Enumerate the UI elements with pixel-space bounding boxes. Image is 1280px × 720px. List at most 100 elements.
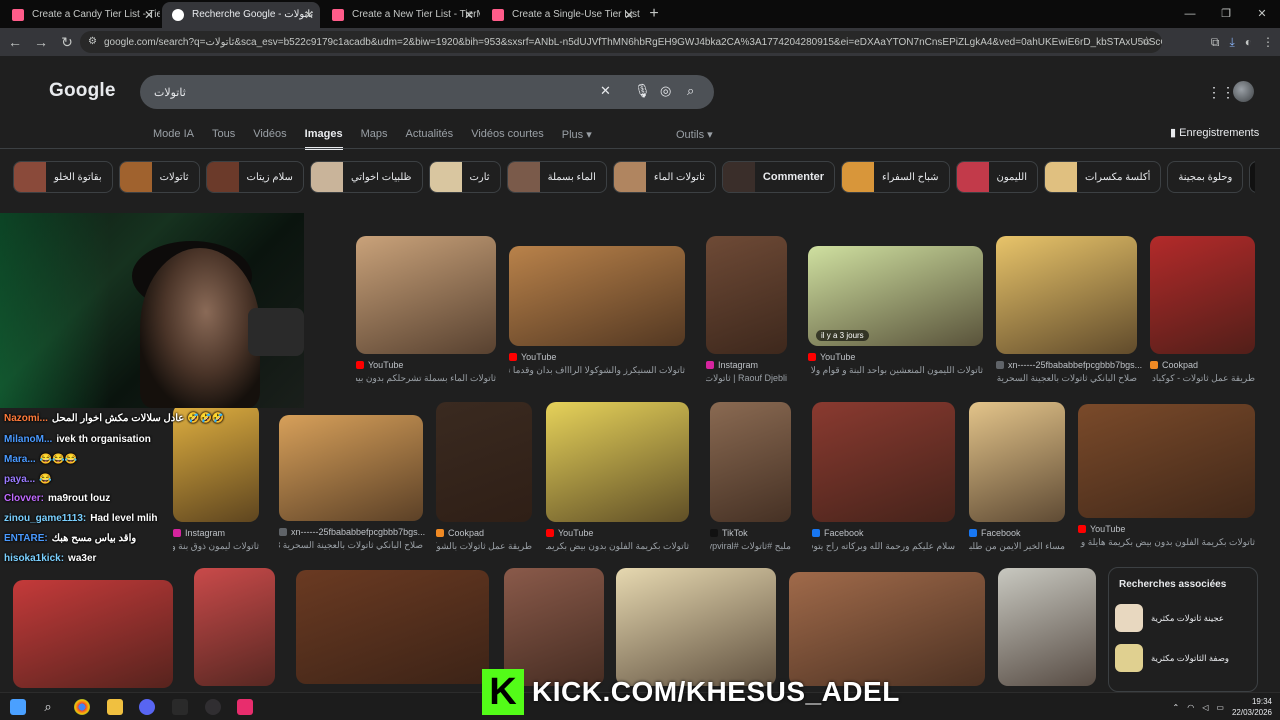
related-search-item[interactable]: وصفة الثاتولات مكثرية xyxy=(1115,644,1229,672)
tab-images[interactable]: Images xyxy=(304,128,343,150)
image-result[interactable] xyxy=(194,568,275,686)
google-logo[interactable]: Google xyxy=(49,80,116,102)
chrome-icon[interactable] xyxy=(74,699,90,715)
clock[interactable]: 19:34 22/03/2026 xyxy=(1232,696,1272,718)
image-result[interactable] xyxy=(1150,236,1255,354)
image-caption[interactable]: ثاتولات بكريمة الفلون بدون بيض بكريمة... xyxy=(546,541,689,552)
image-caption[interactable]: ثاتولات الليمون المنعشين بواحد البنة و ق… xyxy=(808,365,983,376)
tiktok-icon[interactable] xyxy=(237,699,253,715)
image-caption[interactable]: سلام عليكم ورحمة الله وبركاته راح يتوفر.… xyxy=(812,541,955,552)
chat-username[interactable]: MilanoM... xyxy=(4,434,52,445)
image-caption[interactable]: صلاح البانكي ثاتولات بالعجينة السحرية 3.… xyxy=(279,540,423,551)
image-source[interactable]: Instagram xyxy=(173,528,225,538)
suggestion-chip[interactable]: ثاتولات xyxy=(118,161,200,193)
image-caption[interactable]: ثاتولات ليمون ذوق بنة و... xyxy=(173,541,259,552)
image-result[interactable] xyxy=(13,580,173,688)
suggestion-chip[interactable]: ثارت xyxy=(428,161,501,193)
lens-camera-icon[interactable]: ◎ xyxy=(660,83,671,99)
close-tab-icon[interactable]: ✕ xyxy=(624,2,634,28)
image-source[interactable]: Cookpad xyxy=(436,528,484,538)
image-result[interactable] xyxy=(812,402,955,522)
browser-tab[interactable]: Create a Single-Use Tier List (P ✕ xyxy=(482,2,640,28)
search-box[interactable]: ثاتولات ✕ 🎙 ◎ ⌕ xyxy=(140,75,714,109)
chat-username[interactable]: Nazomi... xyxy=(4,413,48,424)
minimize-icon[interactable]: — xyxy=(1172,0,1208,28)
image-result[interactable] xyxy=(436,402,532,522)
image-caption[interactable]: طريقة عمل ثاتولات بالشوكو... xyxy=(436,541,532,552)
menu-kebab-icon[interactable]: ⋮ xyxy=(1262,35,1274,49)
suggestion-chip[interactable]: Aime xyxy=(1249,161,1255,193)
image-source[interactable]: Cookpad xyxy=(1150,360,1198,370)
image-result[interactable] xyxy=(296,570,489,684)
image-result[interactable] xyxy=(706,236,787,354)
image-caption[interactable]: مساء الخير الايمن من طلبي... xyxy=(969,541,1065,552)
tools-dropdown[interactable]: Outils ▾ xyxy=(676,128,713,141)
image-result[interactable] xyxy=(1078,404,1255,518)
chat-username[interactable]: ENTARE: xyxy=(4,533,48,544)
tray-chevron-icon[interactable]: ⌃ xyxy=(1173,703,1180,712)
suggestion-chip[interactable]: ثاتولات الماء xyxy=(612,161,716,193)
image-source[interactable]: TikTok xyxy=(710,528,748,538)
image-result[interactable] xyxy=(279,415,423,521)
suggestion-chip[interactable]: الليمون xyxy=(955,161,1038,193)
image-source[interactable]: Facebook xyxy=(812,528,864,538)
suggestion-chip[interactable]: أكلسة مكسرات xyxy=(1043,161,1162,193)
chat-username[interactable]: Mara... xyxy=(4,454,36,465)
image-caption[interactable]: ثاتولات الماء بسملة تشرحلكم بدون بيض... xyxy=(356,373,496,384)
back-arrow-icon[interactable]: ← xyxy=(2,34,28,50)
close-tab-icon[interactable]: ✕ xyxy=(464,2,474,28)
discord-icon[interactable] xyxy=(139,699,155,715)
tab-news[interactable]: Actualités xyxy=(405,128,453,150)
suggestion-chip[interactable]: الماء بسملة xyxy=(506,161,607,193)
microphone-icon[interactable]: 🎙 xyxy=(634,83,651,99)
search-icon[interactable]: ⌕ xyxy=(687,83,694,99)
image-source[interactable]: YouTube xyxy=(808,352,855,362)
extensions-icon[interactable]: ⧉ xyxy=(1211,35,1220,50)
image-caption[interactable]: ثاتولات السنيكرز والشوكولا الراااف بدان … xyxy=(509,365,685,376)
image-result[interactable] xyxy=(509,246,685,346)
tab-mode-ia[interactable]: Mode IA xyxy=(153,128,194,150)
image-source[interactable]: xn------25fbababbefpcgbbb7bgs... xyxy=(996,360,1142,370)
image-source[interactable]: xn------25fbababbefpcgbbb7bgs... xyxy=(279,527,425,537)
site-info-icon[interactable]: ⚙ xyxy=(88,36,97,47)
windows-start-icon[interactable] xyxy=(10,699,26,715)
image-result[interactable] xyxy=(546,402,689,522)
saved-button[interactable]: ▮ Enregistrements xyxy=(1170,126,1259,139)
tab-short-videos[interactable]: Vidéos courtes xyxy=(471,128,544,150)
profile-icon[interactable]: ◐ xyxy=(1245,35,1252,49)
image-caption[interactable]: Raouf Djebli | ثاتولات ... xyxy=(706,373,787,384)
chat-username[interactable]: zinou_game1113: xyxy=(4,513,86,524)
tab-more[interactable]: Plus ▾ xyxy=(562,128,592,150)
clear-icon[interactable]: ✕ xyxy=(600,83,611,99)
image-result[interactable] xyxy=(969,402,1065,522)
volume-icon[interactable]: ◁ xyxy=(1202,703,1208,712)
reload-icon[interactable]: ↻ xyxy=(54,34,80,51)
browser-tab[interactable]: Create a Candy Tier List - TierM ✕ xyxy=(2,2,160,28)
browser-tab[interactable]: Create a New Tier List - TierMa ✕ xyxy=(322,2,480,28)
image-source[interactable]: Instagram xyxy=(706,360,758,370)
image-result[interactable] xyxy=(998,568,1096,686)
close-window-icon[interactable]: ✕ xyxy=(1244,0,1280,28)
suggestion-chip[interactable]: Commenter xyxy=(721,161,836,193)
image-source[interactable]: YouTube xyxy=(509,352,556,362)
image-source[interactable]: YouTube xyxy=(1078,524,1125,534)
avatar[interactable] xyxy=(1233,81,1254,102)
battery-icon[interactable]: ▭ xyxy=(1216,703,1224,712)
wifi-icon[interactable]: ◠ xyxy=(1187,703,1194,712)
suggestion-chip[interactable]: شباح السفراء xyxy=(841,161,950,193)
suggestion-chip[interactable]: وحلوة بمجينة xyxy=(1167,161,1244,193)
suggestion-chip[interactable]: ظلبيات اخواتي xyxy=(309,161,423,193)
search-icon[interactable]: ⌕ xyxy=(40,699,56,715)
image-caption[interactable]: طريقة عمل ثاتولات - كوكباد xyxy=(1150,373,1255,384)
tab-maps[interactable]: Maps xyxy=(361,128,388,150)
chat-username[interactable]: Clovver: xyxy=(4,493,44,504)
image-source[interactable]: YouTube xyxy=(546,528,593,538)
image-source[interactable]: Facebook xyxy=(969,528,1021,538)
image-result[interactable] xyxy=(710,402,791,522)
new-tab-button[interactable]: + xyxy=(640,2,668,28)
bookmark-star-icon[interactable]: ☆ xyxy=(1141,34,1152,48)
tab-videos[interactable]: Vidéos xyxy=(253,128,286,150)
address-bar[interactable]: ⚙ google.com/search?q=ثاتولات&sca_esv=b5… xyxy=(80,31,1162,53)
image-result[interactable] xyxy=(356,236,496,354)
suggestion-chip[interactable]: بقاتوة الخلو xyxy=(13,161,113,193)
